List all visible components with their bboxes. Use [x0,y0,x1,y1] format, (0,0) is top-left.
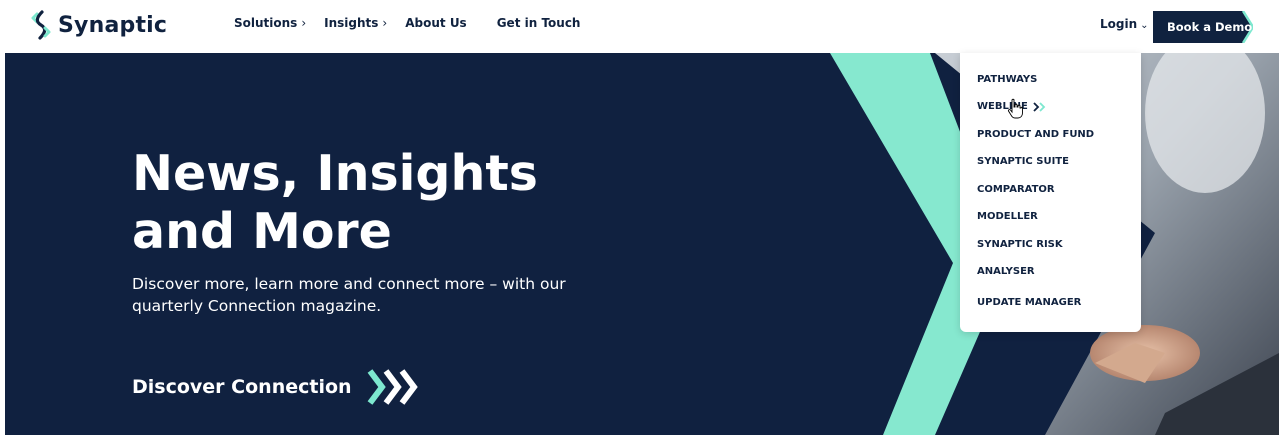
nav-item-label: Solutions [234,16,298,30]
menu-item-synaptic-suite[interactable]: SYNAPTIC SUITE [977,156,1069,167]
book-a-demo-button[interactable]: Book a Demo [1153,11,1253,43]
solutions-dropdown-menu: PATHWAYS WEBLINE PRODUCT AND FUND SYNAPT… [960,53,1141,332]
login-label: Login [1100,17,1138,31]
demo-button-label: Book a Demo [1167,20,1253,34]
menu-item-product-and-fund[interactable]: PRODUCT AND FUND [977,129,1094,140]
discover-connection-link[interactable]: Discover Connection [132,367,422,407]
chevron-right-icon: › [382,16,388,30]
site-header: Synaptic Solutions › Insights › About Us G… [0,0,1279,52]
nav-item-about-us[interactable]: About Us [405,16,466,30]
nav-item-get-in-touch[interactable]: Get in Touch [497,16,581,30]
menu-item-comparator[interactable]: COMPARATOR [977,184,1055,195]
menu-item-analyser[interactable]: ANALYSER [977,266,1035,277]
synaptic-logo-icon [31,10,51,40]
synaptic-logo[interactable]: Synaptic [28,8,167,42]
double-chevron-right-icon [1033,101,1046,112]
hand-pointer-icon [1007,98,1023,119]
logo-wordmark: Synaptic [58,12,168,38]
nav-item-label: Insights [324,16,379,30]
nav-item-insights[interactable]: Insights › [324,16,387,30]
chevron-down-icon: ⌄ [1140,20,1149,31]
menu-item-synaptic-risk[interactable]: SYNAPTIC RISK [977,239,1063,250]
nav-item-solutions[interactable]: Solutions › [234,16,306,30]
menu-item-pathways[interactable]: PATHWAYS [977,74,1037,85]
chevron-right-icon: › [301,16,307,30]
main-nav: Solutions › Insights › About Us Get in Tou… [234,16,598,30]
cta-label: Discover Connection [132,376,352,398]
hero-title: News, Insights and More [132,145,538,260]
triple-chevron-right-icon [367,369,418,405]
hero-subtitle: Discover more, learn more and connect mo… [132,275,566,315]
login-menu[interactable]: Login ⌄ [1100,17,1149,31]
menu-item-modeller[interactable]: MODELLER [977,211,1038,222]
menu-item-update-manager[interactable]: UPDATE MANAGER [977,297,1081,308]
